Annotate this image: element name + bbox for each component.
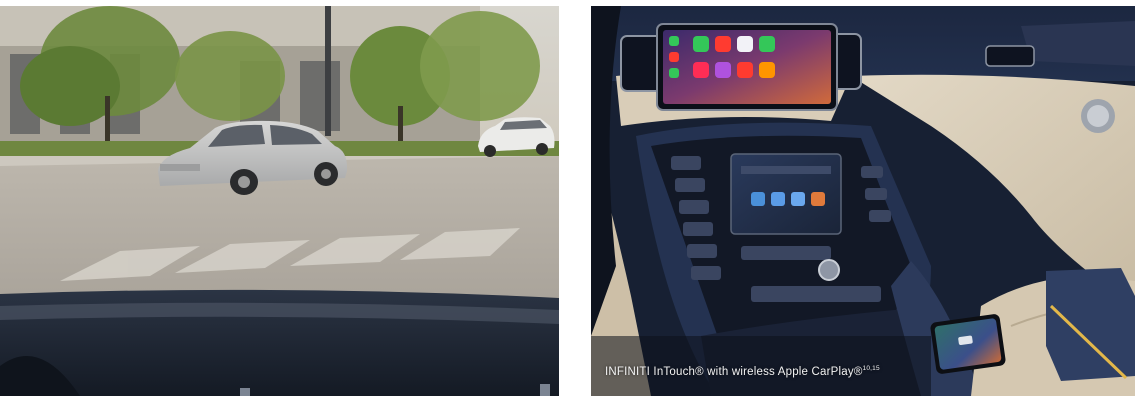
photo-caption: INFINITI InTouch® with wireless Apple Ca… <box>605 365 880 378</box>
dashboard-photo: INFINITI InTouch® with wireless Apple Ca… <box>591 6 1135 396</box>
smartphone <box>930 314 1006 374</box>
control-knob <box>818 259 840 281</box>
caption-text: INFINITI InTouch® with wireless Apple Ca… <box>605 366 863 378</box>
lower-touchscreen <box>730 153 842 235</box>
lamp-post <box>325 6 331 136</box>
carplay-screen <box>656 23 838 111</box>
notebook <box>1046 268 1135 381</box>
caption-footnote: 10,15 <box>862 365 880 372</box>
street-scene <box>0 6 559 396</box>
dashboard-scene <box>591 6 1135 396</box>
street-photo <box>0 6 559 396</box>
